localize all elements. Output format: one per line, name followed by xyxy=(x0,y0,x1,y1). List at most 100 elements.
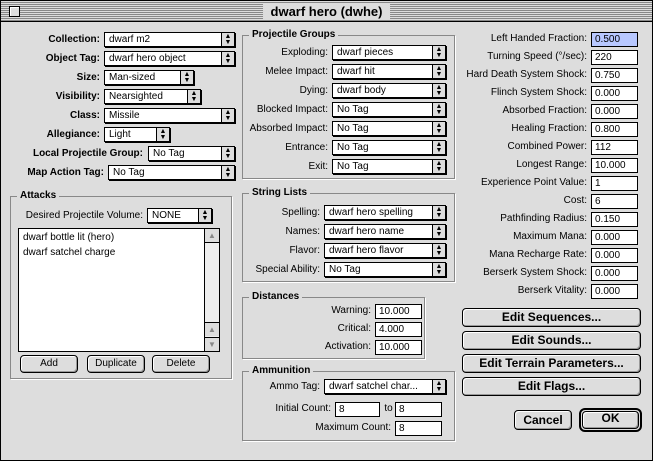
visibility-value: Nearsighted xyxy=(109,91,163,102)
allegiance-value: Light xyxy=(109,129,131,140)
names-value: dwarf hero name xyxy=(329,226,405,237)
size-popup[interactable]: Man-sized ▲ ▼ xyxy=(104,70,194,85)
flavor-popup[interactable]: dwarf hero flavor ▲ ▼ xyxy=(324,243,446,258)
dying-value: dwarf body xyxy=(337,85,386,96)
updown-arrows-icon: ▲ ▼ xyxy=(180,71,193,84)
collection-label: Collection: xyxy=(48,34,100,45)
maximum-count-field[interactable]: 8 xyxy=(395,421,442,436)
updown-arrows-icon: ▲ ▼ xyxy=(432,225,445,238)
left-handed-fraction-field[interactable]: 0.500 xyxy=(591,32,638,47)
attacks-list[interactable]: dwarf bottle lit (hero) dwarf satchel ch… xyxy=(18,228,220,352)
title-bar[interactable]: dwarf hero (dwhe) xyxy=(1,1,652,22)
scroll-up-arrow-icon[interactable]: ▲ xyxy=(205,322,219,336)
cancel-button[interactable]: Cancel xyxy=(514,410,572,430)
string-lists-title: String Lists xyxy=(249,187,311,199)
mana-recharge-rate-label: Mana Recharge Rate: xyxy=(489,249,587,260)
projectile-groups-title: Projectile Groups xyxy=(249,29,339,41)
cost-label: Cost: xyxy=(563,195,587,206)
scroll-up-arrow-icon[interactable]: ▲ xyxy=(205,229,219,243)
maximum-mana-label: Maximum Mana: xyxy=(513,231,587,242)
entrance-label: Entrance: xyxy=(285,142,328,153)
longest-range-field[interactable]: 10.000 xyxy=(591,158,638,173)
object-tag-popup[interactable]: dwarf hero object ▲ ▼ xyxy=(104,51,235,66)
close-box-icon[interactable] xyxy=(9,6,20,17)
hard-death-system-shock-label: Hard Death System Shock: xyxy=(466,69,587,80)
updown-arrows-icon: ▲ ▼ xyxy=(221,109,234,122)
berserk-vitality-label: Berserk Vitality: xyxy=(517,285,587,296)
names-popup[interactable]: dwarf hero name ▲ ▼ xyxy=(324,224,446,239)
absorbed-impact-popup[interactable]: No Tag ▲ ▼ xyxy=(332,121,446,136)
map-action-tag-popup[interactable]: No Tag ▲ ▼ xyxy=(108,165,235,180)
initial-count-to-field[interactable]: 8 xyxy=(395,402,442,417)
add-attack-button[interactable]: Add xyxy=(20,355,78,373)
updown-arrows-icon: ▲ ▼ xyxy=(432,263,445,276)
berserk-vitality-field[interactable]: 0.000 xyxy=(591,284,638,299)
exit-value: No Tag xyxy=(337,161,369,172)
absorbed-fraction-field[interactable]: 0.000 xyxy=(591,104,638,119)
edit-terrain-parameters-button[interactable]: Edit Terrain Parameters... xyxy=(462,354,641,373)
local-projectile-group-popup[interactable]: No Tag ▲ ▼ xyxy=(148,146,235,161)
maximum-mana-field[interactable]: 0.000 xyxy=(591,230,638,245)
flavor-value: dwarf hero flavor xyxy=(329,245,404,256)
entrance-popup[interactable]: No Tag ▲ ▼ xyxy=(332,140,446,155)
entrance-value: No Tag xyxy=(337,142,369,153)
berserk-system-shock-field[interactable]: 0.000 xyxy=(591,266,638,281)
list-item[interactable]: dwarf satchel charge xyxy=(23,246,115,260)
warning-field[interactable]: 10.000 xyxy=(375,304,422,319)
visibility-label: Visibility: xyxy=(55,91,100,102)
to-label: to xyxy=(384,403,393,414)
edit-sounds-button[interactable]: Edit Sounds... xyxy=(462,331,641,350)
attacks-scrollbar[interactable]: ▲ ▲ ▼ xyxy=(204,229,219,351)
experience-point-value-field[interactable]: 1 xyxy=(591,176,638,191)
updown-arrows-icon: ▲ ▼ xyxy=(432,84,445,97)
melee-impact-popup[interactable]: dwarf hit ▲ ▼ xyxy=(332,64,446,79)
healing-fraction-field[interactable]: 0.800 xyxy=(591,122,638,137)
mana-recharge-rate-field[interactable]: 0.000 xyxy=(591,248,638,263)
critical-label: Critical: xyxy=(337,323,371,334)
pathfinding-radius-label: Pathfinding Radius: xyxy=(500,213,587,224)
critical-field[interactable]: 4.000 xyxy=(375,322,422,337)
list-item[interactable]: dwarf bottle lit (hero) xyxy=(23,231,114,245)
turning-speed-field[interactable]: 220 xyxy=(591,50,638,65)
class-popup[interactable]: Missile ▲ ▼ xyxy=(104,108,235,123)
combined-power-field[interactable]: 112 xyxy=(591,140,638,155)
desired-projectile-volume-popup[interactable]: NONE ▲ ▼ xyxy=(147,208,212,223)
warning-label: Warning: xyxy=(331,305,371,316)
melee-impact-value: dwarf hit xyxy=(337,66,375,77)
dying-popup[interactable]: dwarf body ▲ ▼ xyxy=(332,83,446,98)
hard-death-system-shock-field[interactable]: 0.750 xyxy=(591,68,638,83)
updown-arrows-icon: ▲ ▼ xyxy=(432,103,445,116)
special-ability-popup[interactable]: No Tag ▲ ▼ xyxy=(324,262,446,277)
activation-field[interactable]: 10.000 xyxy=(375,340,422,355)
dying-label: Dying: xyxy=(299,85,328,96)
spelling-label: Spelling: xyxy=(281,207,320,218)
absorbed-impact-label: Absorbed Impact: xyxy=(249,123,328,134)
exit-popup[interactable]: No Tag ▲ ▼ xyxy=(332,159,446,174)
ok-button[interactable]: OK xyxy=(579,408,642,432)
flinch-system-shock-field[interactable]: 0.000 xyxy=(591,86,638,101)
visibility-popup[interactable]: Nearsighted ▲ ▼ xyxy=(104,89,201,104)
dialog-window: dwarf hero (dwhe) Collection: dwarf m2 ▲ ▼… xyxy=(0,0,653,461)
size-label: Size: xyxy=(76,72,100,83)
berserk-system-shock-label: Berserk System Shock: xyxy=(483,267,587,278)
initial-count-from-field[interactable]: 8 xyxy=(335,402,380,417)
ammo-tag-label: Ammo Tag: xyxy=(269,381,320,392)
ammo-tag-value: dwarf satchel char... xyxy=(329,381,418,392)
collection-popup[interactable]: dwarf m2 ▲ ▼ xyxy=(104,32,235,47)
cost-field[interactable]: 6 xyxy=(591,194,638,209)
spelling-popup[interactable]: dwarf hero spelling ▲ ▼ xyxy=(324,205,446,220)
delete-attack-button[interactable]: Delete xyxy=(152,355,210,373)
updown-arrows-icon: ▲ ▼ xyxy=(432,244,445,257)
ammo-tag-popup[interactable]: dwarf satchel char... ▲ ▼ xyxy=(324,379,446,394)
activation-label: Activation: xyxy=(324,341,371,352)
blocked-impact-popup[interactable]: No Tag ▲ ▼ xyxy=(332,102,446,117)
pathfinding-radius-field[interactable]: 0.150 xyxy=(591,212,638,227)
exploding-popup[interactable]: dwarf pieces ▲ ▼ xyxy=(332,45,446,60)
duplicate-attack-button[interactable]: Duplicate xyxy=(87,355,145,373)
combined-power-label: Combined Power: xyxy=(507,141,587,152)
allegiance-popup[interactable]: Light ▲ ▼ xyxy=(104,127,170,142)
edit-sequences-button[interactable]: Edit Sequences... xyxy=(462,308,641,327)
scroll-down-arrow-icon[interactable]: ▼ xyxy=(205,337,219,351)
exploding-label: Exploding: xyxy=(281,47,328,58)
edit-flags-button[interactable]: Edit Flags... xyxy=(462,377,641,396)
